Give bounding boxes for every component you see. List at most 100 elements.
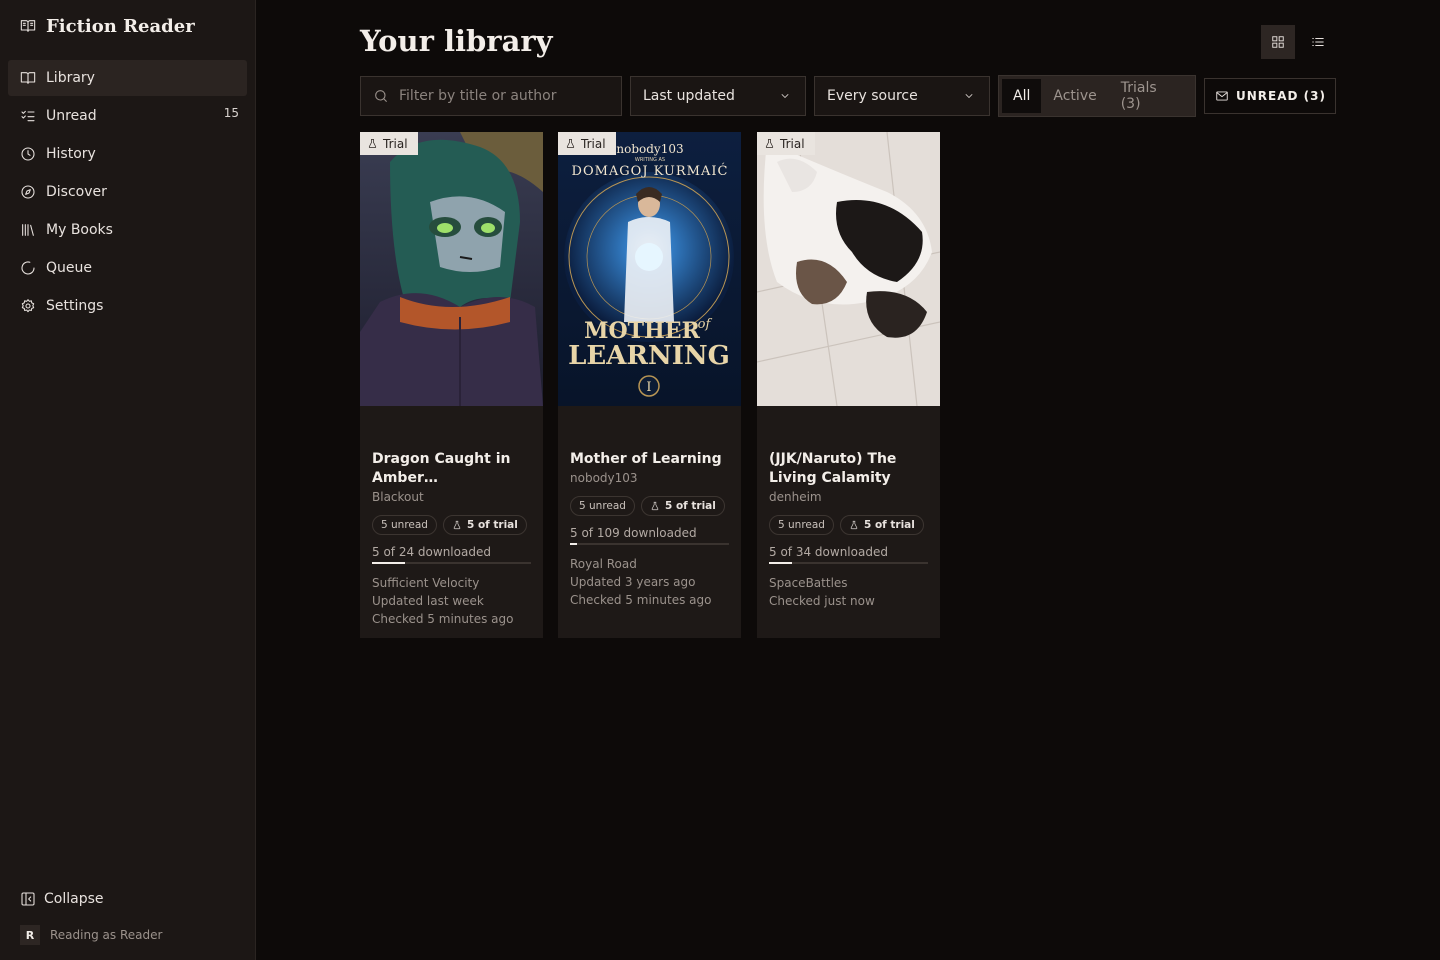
sidebar-item-label: Queue: [46, 260, 92, 276]
book-card[interactable]: Trial (JJK/Naruto) The Living Calamity d…: [757, 132, 940, 638]
download-progress-bar: [570, 543, 729, 545]
flask-icon: [368, 139, 377, 148]
clock-icon: [20, 146, 36, 162]
sidebar-item-label: Settings: [46, 298, 104, 314]
search-input[interactable]: [399, 88, 609, 104]
list-checks-icon: [20, 108, 36, 124]
cover-illustration: [360, 132, 543, 406]
unread-pill: 5 unread: [372, 515, 437, 535]
book-cover: nobody103 WRITING AS DOMAGOJ KURMAIĆ MOT…: [558, 132, 741, 406]
sidebar-item-settings[interactable]: Settings: [8, 288, 247, 324]
sidebar-item-label: Library: [46, 70, 95, 86]
trial-pill: 5 of trial: [640, 496, 725, 516]
book-open-icon: [20, 70, 36, 86]
download-status: 5 of 24 downloaded: [372, 545, 491, 559]
collapse-button[interactable]: Collapse: [20, 891, 104, 907]
app-title: Fiction Reader: [46, 15, 195, 37]
download-progress-fill: [372, 562, 406, 564]
page-title: Your library: [360, 24, 553, 58]
source-value: Every source: [827, 88, 918, 104]
book-details: Mother of Learning nobody103 5 unread 5 …: [570, 450, 729, 609]
badge-label: Trial: [581, 136, 606, 151]
badge-label: Trial: [780, 136, 805, 151]
trial-badge: Trial: [757, 132, 815, 155]
source-select[interactable]: Every source: [814, 76, 990, 116]
book-open-icon: [20, 18, 36, 34]
trial-badge: Trial: [360, 132, 418, 155]
cover-author-name: nobody103: [616, 142, 683, 156]
sidebar-item-label: History: [46, 146, 96, 162]
updated-time: Updated 3 years ago: [570, 575, 696, 589]
trial-pill-label: 5 of trial: [664, 500, 716, 512]
avatar: R: [20, 925, 40, 945]
sidebar-item-library[interactable]: Library: [8, 60, 247, 96]
source-name: Sufficient Velocity: [372, 576, 480, 590]
flask-icon: [566, 139, 575, 148]
checked-time: Checked 5 minutes ago: [570, 593, 712, 607]
flask-icon: [453, 520, 461, 530]
sidebar-item-discover[interactable]: Discover: [8, 174, 247, 210]
search-icon: [373, 88, 389, 104]
book-author: denheim: [769, 490, 822, 504]
unread-count-badge: 15: [223, 106, 239, 120]
sidebar-item-label: My Books: [46, 222, 113, 238]
status-filter-segment: All Active Trials (3): [998, 75, 1196, 117]
list-view-toggle[interactable]: [1301, 25, 1335, 59]
download-progress-bar: [372, 562, 531, 564]
book-title: Mother of Learning: [570, 451, 722, 467]
book-cover: Trial: [757, 132, 940, 406]
collapse-sidebar-icon: [20, 891, 36, 907]
segment-all[interactable]: All: [1002, 79, 1042, 113]
book-title: (JJK/Naruto) The Living Calamity: [769, 451, 897, 486]
source-name: Royal Road: [570, 557, 637, 571]
download-status: 5 of 34 downloaded: [769, 545, 888, 559]
sidebar-item-label: Discover: [46, 184, 107, 200]
sidebar-item-history[interactable]: History: [8, 136, 247, 172]
grid-icon: [1272, 36, 1284, 48]
grid-view-toggle[interactable]: [1261, 25, 1295, 59]
trial-pill: 5 of trial: [442, 515, 527, 535]
loader-icon: [20, 260, 36, 276]
book-details: Dragon Caught in Amber (Warhammer 40k) B…: [372, 450, 531, 628]
book-title: Dragon Caught in Amber (Warhammer 40k): [372, 451, 511, 486]
unread-pill: 5 unread: [769, 515, 834, 535]
search-field[interactable]: [360, 76, 622, 116]
book-meta: Sufficient Velocity Updated last week Ch…: [372, 574, 531, 628]
reader-label: Reading as Reader: [50, 928, 163, 942]
download-progress-fill: [570, 543, 578, 545]
checked-time: Checked 5 minutes ago: [372, 612, 514, 626]
collapse-label: Collapse: [44, 891, 104, 907]
chevron-down-icon: [777, 88, 793, 104]
download-progress-fill: [769, 562, 793, 564]
sidebar-item-mybooks[interactable]: My Books: [8, 212, 247, 248]
sort-value: Last updated: [643, 88, 735, 104]
unread-filter-button[interactable]: UNREAD (3): [1204, 78, 1336, 114]
trial-pill-label: 5 of trial: [863, 519, 915, 531]
book-card[interactable]: Trial Dragon Caught in Amber (Warhammer …: [360, 132, 543, 638]
segment-active[interactable]: Active: [1041, 79, 1108, 113]
sidebar-nav: Library Unread 15 History Discover My Bo…: [8, 60, 247, 326]
flask-icon: [850, 520, 858, 530]
sidebar: Fiction Reader Library Unread 15 History…: [0, 0, 256, 960]
book-card[interactable]: nobody103 WRITING AS DOMAGOJ KURMAIĆ MOT…: [558, 132, 741, 638]
download-progress-bar: [769, 562, 928, 564]
book-meta: SpaceBattles Checked just now: [769, 574, 928, 610]
sort-select[interactable]: Last updated: [630, 76, 806, 116]
cover-writing-as: WRITING AS: [635, 157, 665, 163]
cover-illustration: nobody103 WRITING AS DOMAGOJ KURMAIĆ MOT…: [558, 132, 741, 406]
flask-icon: [651, 501, 659, 511]
unread-button-label: UNREAD (3): [1236, 89, 1326, 103]
sidebar-item-label: Unread: [46, 108, 97, 124]
mail-icon: [1214, 88, 1230, 104]
chevron-down-icon: [961, 88, 977, 104]
updated-time: Updated last week: [372, 594, 484, 608]
sidebar-item-unread[interactable]: Unread 15: [8, 98, 247, 134]
flask-icon: [765, 139, 774, 148]
segment-trials[interactable]: Trials (3): [1109, 79, 1192, 113]
trial-pill: 5 of trial: [839, 515, 924, 535]
library-icon: [20, 222, 36, 238]
book-cover: Trial: [360, 132, 543, 406]
source-name: SpaceBattles: [769, 576, 848, 590]
book-meta: Royal Road Updated 3 years ago Checked 5…: [570, 555, 729, 609]
sidebar-item-queue[interactable]: Queue: [8, 250, 247, 286]
